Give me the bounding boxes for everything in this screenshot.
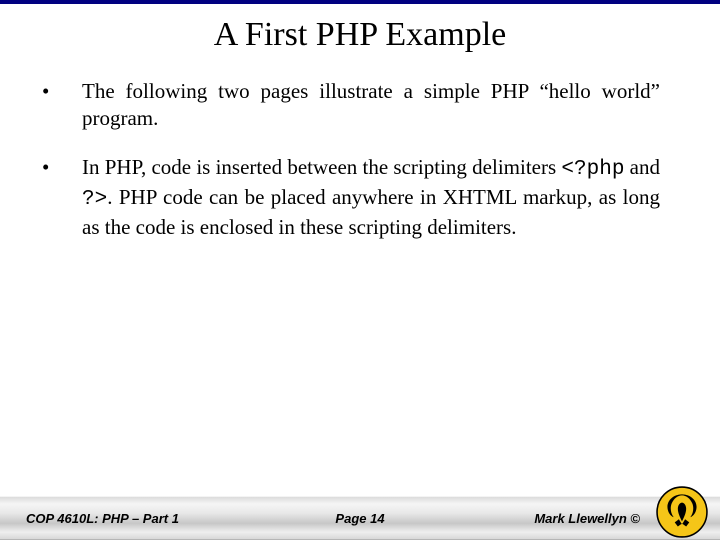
ucf-pegasus-icon: [656, 486, 708, 538]
bullet-item: In PHP, code is inserted between the scr…: [40, 154, 660, 241]
slide-title: A First PHP Example: [0, 16, 720, 54]
code-span: <?php: [561, 158, 624, 181]
bullet-item: The following two pages illustrate a sim…: [40, 78, 660, 132]
bullet-list: The following two pages illustrate a sim…: [40, 78, 660, 240]
text-span: . PHP code can be placed anywhere in XHT…: [82, 185, 660, 239]
code-span: ?>: [82, 188, 107, 211]
footer-right: Mark Llewellyn ©: [534, 511, 640, 526]
slide: A First PHP Example The following two pa…: [0, 0, 720, 540]
text-span: and: [624, 155, 660, 179]
slide-footer: COP 4610L: PHP – Part 1 Page 14 Mark Lle…: [0, 496, 720, 540]
slide-content: The following two pages illustrate a sim…: [0, 78, 720, 496]
text-span: In PHP, code is inserted between the scr…: [82, 155, 561, 179]
text-span: The following two pages illustrate a sim…: [82, 79, 660, 130]
footer-left: COP 4610L: PHP – Part 1: [26, 511, 179, 526]
